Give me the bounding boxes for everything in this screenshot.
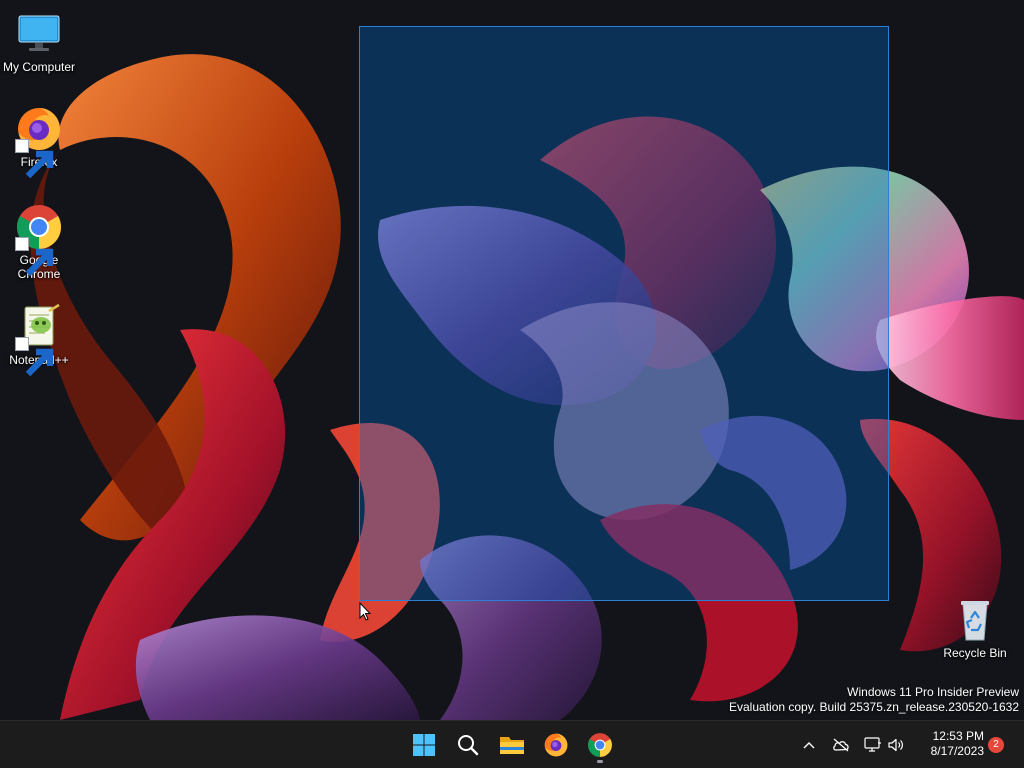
firefox-icon bbox=[15, 105, 63, 179]
network-icon bbox=[864, 737, 881, 752]
start-button[interactable] bbox=[405, 726, 443, 764]
chrome-taskbar-button[interactable] bbox=[581, 726, 619, 764]
shortcut-arrow-icon bbox=[15, 139, 54, 179]
shortcut-arrow-icon bbox=[15, 337, 54, 377]
notepadpp-icon bbox=[15, 303, 63, 377]
desktop-icon-my-computer[interactable]: My Computer bbox=[0, 10, 78, 74]
chrome-icon bbox=[15, 203, 63, 277]
watermark-edition: Windows 11 Pro Insider Preview bbox=[847, 685, 1019, 699]
notification-badge[interactable]: 2 bbox=[988, 737, 1004, 753]
running-indicator bbox=[597, 760, 603, 763]
mouse-cursor-icon bbox=[359, 602, 371, 621]
show-hidden-icons-button[interactable] bbox=[799, 735, 819, 755]
watermark-build: Evaluation copy. Build 25375.zn_release.… bbox=[729, 700, 1019, 714]
firefox-icon bbox=[544, 733, 568, 757]
chrome-icon bbox=[588, 733, 612, 757]
speaker-icon bbox=[888, 738, 903, 752]
desktop-icon-label: Recycle Bin bbox=[943, 646, 1007, 660]
shortcut-arrow-icon bbox=[15, 237, 54, 277]
folder-icon bbox=[500, 737, 524, 754]
volume-button[interactable] bbox=[886, 735, 906, 755]
selection-rectangle bbox=[359, 26, 889, 601]
cloud-offline-icon bbox=[833, 738, 849, 752]
search-icon bbox=[458, 735, 479, 756]
desktop-icon-notepad-plus-plus[interactable]: Notepad++ bbox=[0, 303, 78, 377]
desktop-icon-google-chrome[interactable]: Google Chrome bbox=[0, 203, 78, 281]
clock-time: 12:53 PM bbox=[932, 729, 984, 743]
os-watermark: Windows 11 Pro Insider Preview Evaluatio… bbox=[729, 685, 1019, 715]
desktop[interactable]: My Computer Firefox Google Chrome Notepa… bbox=[0, 0, 1024, 720]
monitor-icon bbox=[15, 10, 63, 58]
file-explorer-button[interactable] bbox=[493, 726, 531, 764]
desktop-icon-label: My Computer bbox=[2, 60, 76, 74]
chevron-up-icon bbox=[803, 742, 815, 749]
recycle-bin-icon bbox=[951, 596, 999, 644]
windows-logo-icon bbox=[413, 734, 435, 756]
clock-date: 8/17/2023 bbox=[930, 744, 984, 758]
network-button[interactable] bbox=[863, 735, 883, 755]
desktop-icon-firefox[interactable]: Firefox bbox=[0, 105, 78, 179]
firefox-taskbar-button[interactable] bbox=[537, 726, 575, 764]
search-button[interactable] bbox=[449, 726, 487, 764]
taskbar: 12:53 PM 8/17/2023 2 bbox=[0, 720, 1024, 768]
onedrive-status-button[interactable] bbox=[831, 735, 851, 755]
clock[interactable]: 12:53 PM 8/17/2023 bbox=[914, 729, 984, 759]
desktop-icon-recycle-bin[interactable]: Recycle Bin bbox=[936, 596, 1014, 660]
